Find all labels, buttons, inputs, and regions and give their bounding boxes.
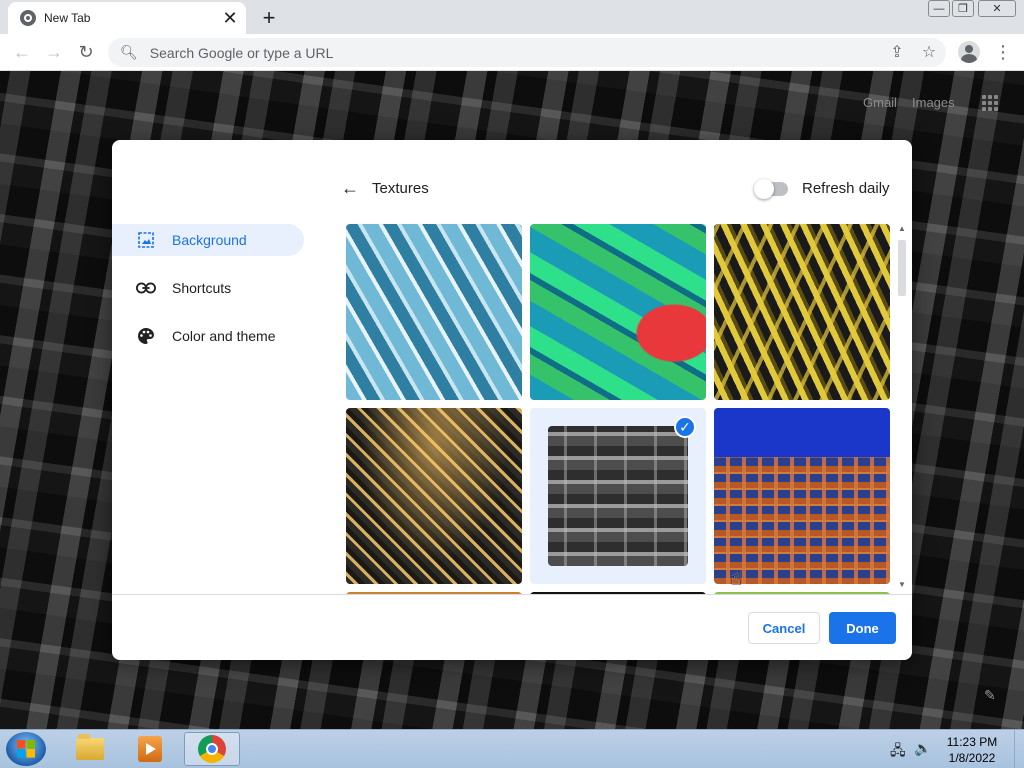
texture-tile-3[interactable] — [714, 224, 890, 400]
omnibox[interactable]: 🔍︎ Search Google or type a URL — [108, 38, 946, 67]
image-icon — [136, 230, 156, 250]
system-clock[interactable]: 11:23 PM 1/8/2022 — [936, 734, 1008, 766]
customize-pencil-icon[interactable]: ✎ — [984, 687, 998, 703]
tab-close-icon[interactable]: ✕ — [218, 6, 242, 30]
new-tab-button[interactable]: + — [256, 5, 282, 31]
refresh-daily-toggle[interactable] — [754, 179, 788, 199]
checkmark-icon: ✓ — [674, 416, 696, 438]
forward-button[interactable]: → — [40, 38, 68, 66]
customize-dialog: Background Shortcuts Color and theme ← T… — [112, 140, 912, 660]
sidebar-item-background[interactable]: Background — [112, 224, 304, 256]
scroll-up-icon[interactable]: ▲ — [898, 224, 906, 233]
menu-kebab-icon[interactable]: ⋮ — [990, 39, 1016, 65]
profile-avatar[interactable] — [958, 41, 980, 63]
clock-date: 1/8/2022 — [948, 751, 996, 765]
gmail-link[interactable]: Gmail — [863, 95, 897, 110]
share-icon[interactable]: ⇪ — [884, 39, 910, 65]
cancel-button[interactable]: Cancel — [748, 612, 820, 644]
tab-title: New Tab — [44, 11, 91, 25]
reload-button[interactable]: ↻ — [72, 38, 100, 66]
texture-thumbnail — [548, 426, 688, 566]
search-icon: 🔍︎ — [120, 44, 138, 60]
tab-strip: New Tab ✕ + — ❐ ✕ — [0, 0, 1024, 34]
start-button[interactable] — [6, 732, 46, 766]
media-player-taskbar-button[interactable] — [122, 732, 178, 766]
media-player-icon — [138, 736, 162, 762]
images-link[interactable]: Images — [912, 95, 955, 110]
clock-time: 11:23 PM — [946, 735, 998, 749]
texture-tile-6[interactable] — [714, 408, 890, 584]
scroll-down-icon[interactable]: ▼ — [898, 580, 906, 589]
sidebar-item-shortcuts[interactable]: Shortcuts — [112, 272, 304, 304]
windows-taskbar: 🖧 🔈 11:23 PM 1/8/2022 — [0, 729, 1024, 768]
collection-title: Textures — [372, 180, 429, 197]
texture-tile-4[interactable] — [346, 408, 522, 584]
texture-tile-2[interactable] — [530, 224, 706, 400]
bookmark-star-icon[interactable]: ☆ — [916, 39, 942, 65]
back-button[interactable]: ← — [8, 38, 36, 66]
link-icon — [136, 278, 156, 298]
back-arrow-icon[interactable]: ← — [340, 178, 360, 198]
chrome-taskbar-button[interactable] — [184, 732, 240, 766]
chrome-favicon-icon — [20, 10, 36, 26]
folder-icon — [76, 734, 104, 760]
minimize-button[interactable]: — — [928, 0, 950, 17]
texture-tile-1[interactable] — [346, 224, 522, 400]
scroll-thumb[interactable] — [898, 240, 906, 296]
texture-grid: ✓ — [346, 224, 890, 594]
browser-toolbar: ← → ↻ 🔍︎ Search Google or type a URL ⇪ ☆… — [0, 34, 1024, 71]
sidebar-item-label: Shortcuts — [172, 280, 232, 296]
hand-cursor-icon: ☝ — [730, 568, 743, 590]
palette-icon — [136, 326, 156, 346]
restore-button[interactable]: ❐ — [952, 0, 974, 17]
volume-icon[interactable]: 🔈 — [914, 740, 931, 757]
done-button[interactable]: Done — [829, 612, 896, 644]
sidebar-item-color-and-theme[interactable]: Color and theme — [112, 320, 304, 352]
sidebar-item-label: Color and theme — [172, 328, 276, 344]
sidebar-item-label: Background — [172, 232, 247, 248]
chrome-icon — [198, 735, 226, 763]
google-apps-icon[interactable] — [982, 95, 998, 111]
network-icon[interactable]: 🖧 — [890, 740, 906, 764]
explorer-taskbar-button[interactable] — [62, 732, 118, 766]
tab-new-tab[interactable]: New Tab ✕ — [8, 2, 246, 34]
footer-divider — [112, 594, 912, 595]
refresh-daily-label: Refresh daily — [802, 180, 890, 197]
grid-scrollbar[interactable]: ▲ ▼ — [896, 224, 908, 594]
show-desktop-button[interactable] — [1014, 730, 1024, 768]
omnibox-placeholder: Search Google or type a URL — [149, 44, 334, 61]
close-window-button[interactable]: ✕ — [978, 0, 1016, 17]
texture-tile-5-selected[interactable]: ✓ — [530, 408, 706, 584]
